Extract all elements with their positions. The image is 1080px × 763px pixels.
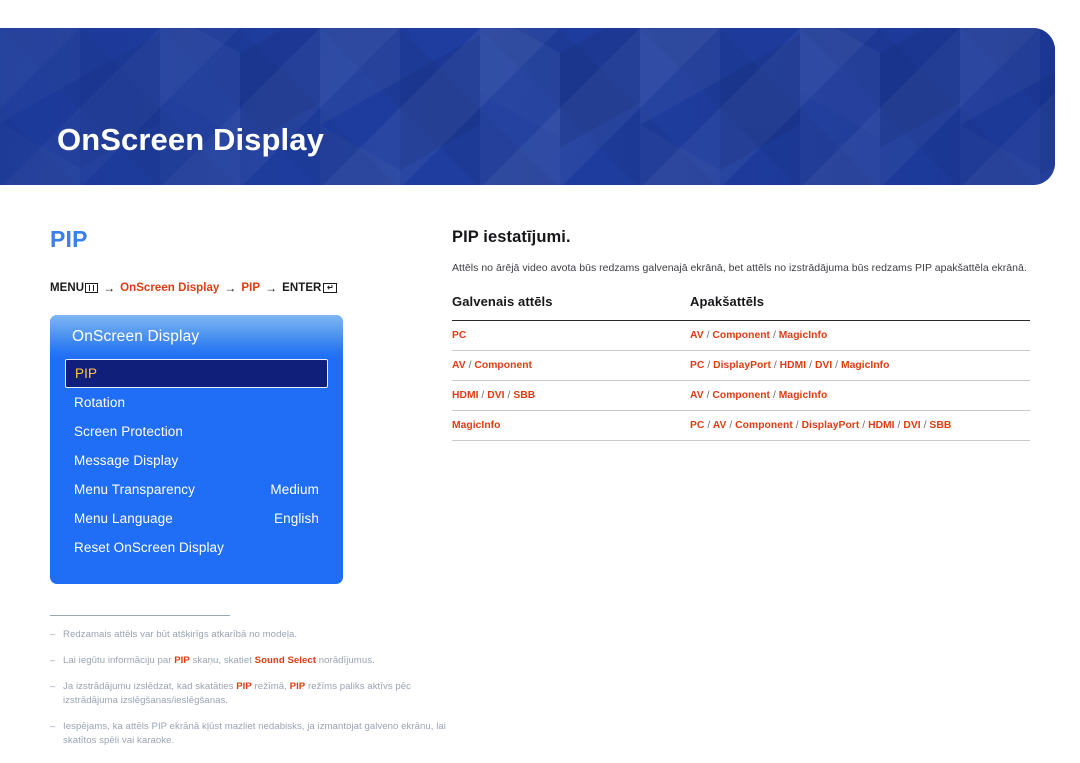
osd-item-label: PIP (75, 366, 98, 381)
footnote-highlight: PIP (289, 681, 306, 693)
breadcrumb-arrow-3: → (265, 281, 278, 295)
osd-item-rotation[interactable]: Rotation (65, 388, 328, 417)
footnote-text: Ja izstrādājumu izslēdzat, kad skatāties… (63, 680, 450, 708)
table-cell-separator: / (481, 389, 485, 401)
table-cell-separator: / (809, 359, 813, 371)
footnotes-divider (50, 615, 230, 617)
footnote-highlight: PIP (236, 681, 252, 693)
footnote-part: Ja izstrādājumu izslēdzat, kad skatāties (63, 681, 237, 693)
osd-item-label: Reset OnScreen Display (74, 540, 225, 555)
breadcrumb-arrow-1: → (103, 281, 116, 295)
osd-item-menu-language[interactable]: Menu Language English (65, 504, 328, 533)
footnote-part: Redzamais attēls var būt atšķirīgs atkar… (63, 629, 298, 641)
table-column-header-sub: Apakšattēls (690, 293, 765, 309)
table-cell-separator: / (795, 419, 799, 431)
breadcrumb-menu-label: MENU (50, 282, 85, 294)
left-column: PIP MENU → OnScreen Display → PIP → ENTE… (50, 228, 430, 584)
right-column: PIP iestatījumi. Attēls no ārējā video a… (452, 228, 1030, 441)
table-column-header-main: Galvenais attēls (452, 293, 553, 309)
osd-item-menu-transparency[interactable]: Menu Transparency Medium (65, 475, 328, 504)
table-cell-main: PC (452, 320, 690, 351)
osd-menu-list: PIP Rotation Screen Protection Message D… (50, 359, 343, 562)
table-cell-separator: / (707, 359, 711, 371)
table-cell-separator: / (862, 419, 866, 431)
osd-panel-title: OnScreen Display (72, 328, 200, 345)
footnote-text: Redzamais attēls var būt atšķirīgs atkar… (63, 628, 450, 642)
table-cell-separator: / (468, 359, 472, 371)
footnote-item: – Ja izstrādājumu izslēdzat, kad skatāti… (50, 680, 450, 708)
footnote-highlight: Sound Select (254, 655, 317, 667)
pip-settings-description: Attēls no ārējā video avota būs redzams … (452, 262, 1027, 274)
table-header-row: Galvenais attēls Apakšattēls (452, 294, 1030, 321)
table-cell-sub: AV / Component / MagicInfo (690, 380, 1030, 411)
table-cell-separator: / (706, 389, 710, 401)
table-cell-main: MagicInfo (452, 410, 690, 441)
osd-item-label: Screen Protection (74, 424, 184, 439)
table-cell-separator: / (772, 389, 776, 401)
banner-gradient-overlay (0, 28, 1055, 185)
footnotes: – Redzamais attēls var būt atšķirīgs atk… (50, 615, 450, 760)
breadcrumb-enter-label: ENTER (282, 282, 322, 294)
enter-return-icon: ↵ (323, 283, 338, 293)
table-cell-separator: / (706, 329, 710, 341)
pip-settings-title: PIP iestatījumi. (452, 228, 571, 246)
table-cell-separator: / (507, 389, 511, 401)
table-cell-sub: PC / AV / Component / DisplayPort / HDMI… (690, 410, 1030, 441)
table-cell-separator: / (707, 419, 711, 431)
footnote-part: norādījumus. (316, 655, 375, 667)
footnote-item: – Lai iegūtu informāciju par PIP skaņu, … (50, 654, 450, 668)
table-cell-main: HDMI / DVI / SBB (452, 380, 690, 411)
section-title: PIP (50, 226, 88, 252)
breadcrumb-step-onscreen-display[interactable]: OnScreen Display (120, 282, 219, 294)
osd-item-label: Message Display (74, 453, 179, 468)
table-cell-separator: / (729, 419, 733, 431)
breadcrumb: MENU → OnScreen Display → PIP → ENTER ↵ (50, 281, 430, 295)
table-cell-separator: / (923, 419, 927, 431)
footnote-dash: – (50, 681, 56, 693)
table-cell-separator: / (835, 359, 839, 371)
page-header-banner: OnScreen Display (0, 28, 1055, 185)
osd-item-value: Medium (270, 482, 319, 497)
osd-item-label: Menu Language (74, 511, 173, 526)
table-row: HDMI / DVI / SBB AV / Component / MagicI… (452, 380, 1030, 411)
osd-item-pip[interactable]: PIP (65, 359, 328, 388)
table-cell-main: AV / Component (452, 350, 690, 381)
table-row: MagicInfo PC / AV / Component / DisplayP… (452, 410, 1030, 441)
footnote-item: – Iespējams, ka attēls PIP ekrānā kļūst … (50, 720, 450, 748)
osd-item-screen-protection[interactable]: Screen Protection (65, 417, 328, 446)
osd-item-label: Rotation (74, 395, 126, 410)
footnote-dash: – (50, 629, 56, 641)
footnote-part: Lai iegūtu informāciju par (63, 655, 175, 667)
footnote-part: Iespējams, ka attēls PIP ekrānā kļūst ma… (63, 720, 446, 746)
osd-panel-header: OnScreen Display (50, 315, 343, 359)
footnote-part: skaņu, skatiet (189, 655, 255, 667)
osd-item-label: Menu Transparency (74, 482, 196, 497)
table-row: PC AV / Component / MagicInfo (452, 320, 1030, 351)
osd-item-value: English (274, 511, 319, 526)
footnote-text: Iespējams, ka attēls PIP ekrānā kļūst ma… (63, 720, 450, 748)
breadcrumb-step-pip[interactable]: PIP (241, 282, 260, 294)
table-cell-sub: PC / DisplayPort / HDMI / DVI / MagicInf… (690, 350, 1030, 381)
menu-grid-icon (85, 283, 99, 293)
table-cell-sub: AV / Component / MagicInfo (690, 320, 1030, 351)
footnote-dash: – (50, 720, 56, 732)
table-cell-separator: / (772, 329, 776, 341)
table-cell-separator: / (897, 419, 901, 431)
footnote-item: – Redzamais attēls var būt atšķirīgs atk… (50, 628, 450, 642)
osd-item-message-display[interactable]: Message Display (65, 446, 328, 475)
footnote-text: Lai iegūtu informāciju par PIP skaņu, sk… (63, 654, 450, 668)
table-row: AV / Component PC / DisplayPort / HDMI /… (452, 350, 1030, 381)
footnote-dash: – (50, 655, 56, 667)
osd-menu-panel: OnScreen Display PIP Rotation Screen Pro… (50, 315, 343, 584)
table-cell-separator: / (773, 359, 777, 371)
osd-item-reset-onscreen-display[interactable]: Reset OnScreen Display (65, 533, 328, 562)
pip-combination-table: Galvenais attēls Apakšattēls PC AV / Com… (452, 294, 1030, 441)
footnote-highlight: PIP (174, 655, 190, 667)
footnote-part: režīmā, (251, 681, 290, 693)
page-title: OnScreen Display (57, 122, 324, 157)
breadcrumb-arrow-2: → (224, 281, 237, 295)
